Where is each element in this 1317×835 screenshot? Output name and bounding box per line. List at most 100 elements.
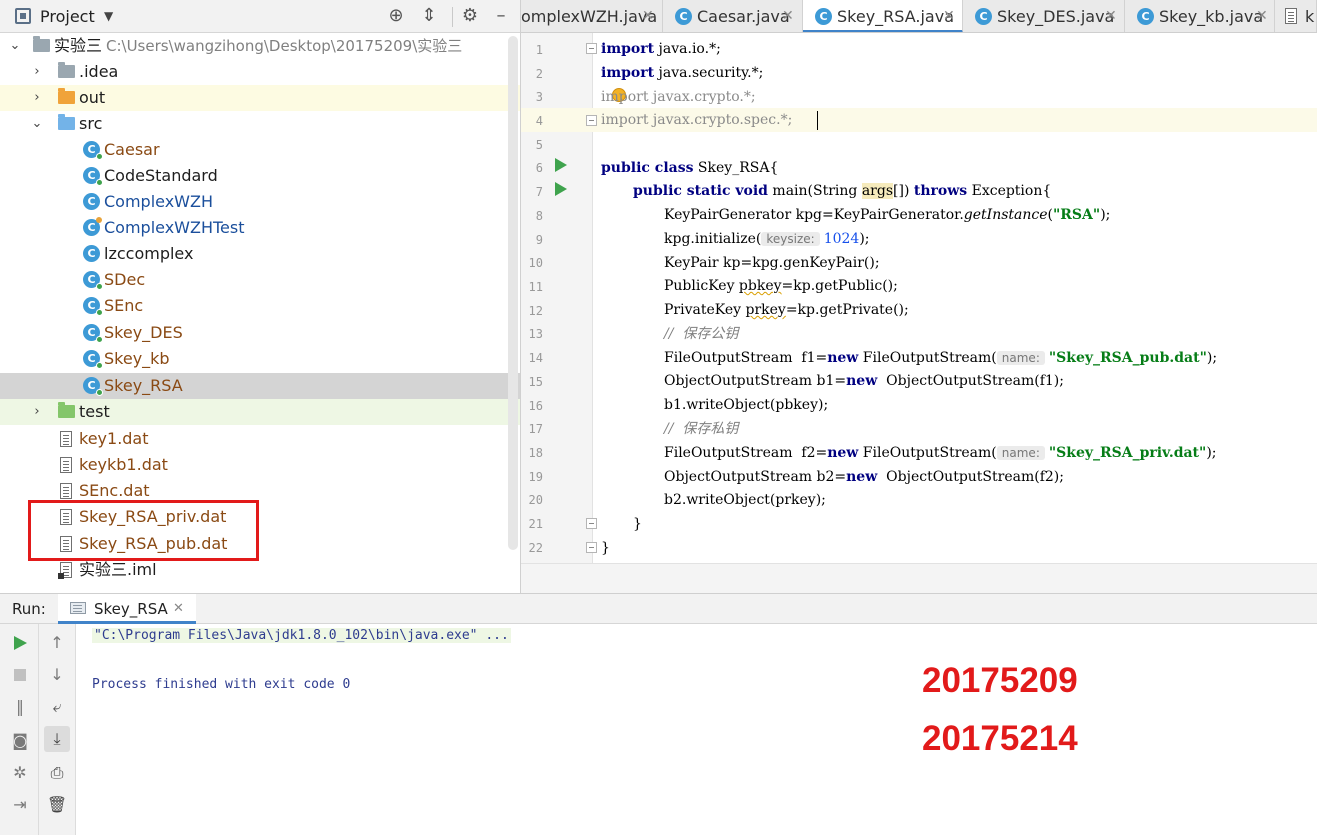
- tree-item-class[interactable]: C SEnc: [0, 293, 520, 319]
- tree-item-src[interactable]: ⌄ src: [0, 111, 520, 137]
- line-number: 14: [528, 351, 543, 365]
- console-command-line[interactable]: "C:\Program Files\Java\jdk1.8.0_102\bin\…: [92, 628, 511, 643]
- tree-item-iml[interactable]: 实验三.iml: [0, 557, 520, 583]
- line-number: 18: [528, 446, 543, 460]
- close-icon[interactable]: ✕: [173, 601, 184, 616]
- close-icon[interactable]: ✕: [1256, 0, 1268, 32]
- tree-item-class[interactable]: C CodeStandard: [0, 163, 520, 189]
- project-panel-title[interactable]: Project: [40, 7, 95, 26]
- chevron-down-icon[interactable]: ▼: [104, 9, 113, 23]
- close-icon[interactable]: ✕: [943, 0, 955, 32]
- project-scrollbar[interactable]: [508, 36, 518, 550]
- fold-icon[interactable]: [586, 542, 597, 553]
- tab-label: Skey_RSA.java: [837, 7, 955, 26]
- tree-item-test[interactable]: › test: [0, 399, 520, 425]
- code-line: ObjectOutputStream b1=new ObjectOutputSt…: [664, 373, 1064, 389]
- fold-icon[interactable]: [586, 518, 597, 529]
- close-icon[interactable]: ✕: [642, 0, 654, 32]
- chevron-right-icon[interactable]: ›: [30, 399, 44, 425]
- folder-icon: [58, 62, 75, 78]
- code-line: }: [633, 516, 642, 532]
- print-icon[interactable]: ⎙: [44, 760, 70, 786]
- tree-item-file[interactable]: key1.dat: [0, 426, 520, 452]
- chevron-down-icon[interactable]: ⌄: [8, 33, 22, 59]
- java-class-icon: C: [83, 217, 102, 236]
- tree-item-label: ComplexWZHTest: [104, 218, 245, 237]
- java-class-icon: C: [815, 8, 832, 25]
- tree-item-label: out: [79, 88, 106, 107]
- run-class-icon[interactable]: [555, 158, 567, 172]
- pause-icon[interactable]: ‖: [7, 694, 33, 720]
- line-number: 20: [528, 493, 543, 507]
- text-file-icon: [60, 536, 72, 552]
- tab-skey-kb[interactable]: C Skey_kb.java ✕: [1125, 0, 1275, 32]
- chevron-right-icon[interactable]: ›: [30, 59, 44, 85]
- tab-caesar[interactable]: C Caesar.java ✕: [663, 0, 803, 32]
- tree-item-class[interactable]: C ComplexWZH: [0, 189, 520, 215]
- line-number: 15: [528, 375, 543, 389]
- tree-item-label: 实验三.iml: [79, 560, 157, 579]
- tree-item-file[interactable]: Skey_RSA_priv.dat: [0, 504, 520, 530]
- soft-wrap-icon[interactable]: ⤶: [44, 694, 70, 720]
- gear-icon[interactable]: ⚙: [459, 5, 481, 27]
- tab-skey-rsa[interactable]: C Skey_RSA.java ✕: [803, 0, 963, 32]
- code-line: FileOutputStream f1=new FileOutputStream…: [664, 350, 1218, 366]
- code-line: b1.writeObject(pbkey);: [664, 397, 829, 413]
- tree-item-class[interactable]: C SDec: [0, 267, 520, 293]
- collapse-icon[interactable]: ⇕: [418, 5, 440, 27]
- run-main-icon[interactable]: [555, 182, 567, 196]
- scroll-to-end-icon[interactable]: ⤓: [44, 726, 70, 752]
- tree-item-class[interactable]: C Skey_kb: [0, 346, 520, 372]
- chevron-down-icon[interactable]: ⌄: [30, 111, 44, 137]
- trash-icon[interactable]: 🗑: [44, 792, 70, 818]
- run-console[interactable]: "C:\Program Files\Java\jdk1.8.0_102\bin\…: [76, 624, 1317, 835]
- tree-item-class[interactable]: C lzccomplex: [0, 241, 520, 267]
- tree-item-class[interactable]: C Skey_DES: [0, 320, 520, 346]
- java-class-icon: C: [83, 350, 103, 369]
- parameter-hint: keysize:: [761, 232, 820, 246]
- tab-complexwzh[interactable]: omplexWZH.java ✕: [521, 0, 663, 32]
- camera-icon[interactable]: ◙: [7, 728, 33, 754]
- play-icon[interactable]: [7, 630, 33, 656]
- tree-item-out[interactable]: › out: [0, 85, 520, 111]
- line-number: 11: [528, 280, 543, 294]
- tab-k[interactable]: k: [1275, 0, 1317, 32]
- test-folder-icon: [58, 402, 75, 418]
- target-icon[interactable]: ⊕: [385, 5, 407, 27]
- tab-label: k: [1305, 7, 1315, 26]
- fold-icon[interactable]: [586, 115, 597, 126]
- code-editor[interactable]: 1 2 3 4 5 6 7 8 9 10 11 12 13 14 15 16 1…: [521, 33, 1317, 593]
- tree-item-file[interactable]: keykb1.dat: [0, 452, 520, 478]
- tree-item-label: Caesar: [104, 140, 160, 159]
- java-class-icon: C: [675, 8, 692, 25]
- tab-skey-des[interactable]: C Skey_DES.java ✕: [963, 0, 1125, 32]
- tree-item-project-root[interactable]: ⌄ 实验三 C:\Users\wangzihong\Desktop\201752…: [0, 33, 520, 59]
- tree-item-label: CodeStandard: [104, 166, 218, 185]
- tree-item-class[interactable]: C Caesar: [0, 137, 520, 163]
- close-icon[interactable]: ✕: [782, 0, 794, 32]
- chevron-right-icon[interactable]: ›: [30, 85, 44, 111]
- tab-label: omplexWZH.java: [521, 7, 658, 26]
- project-view-icon: [15, 8, 31, 24]
- run-tab-skey-rsa[interactable]: Skey_RSA ✕: [58, 594, 196, 624]
- line-number: 16: [528, 399, 543, 413]
- run-toolbar-primary: ‖ ◙ ✲ ⇥: [0, 624, 39, 835]
- tree-item-idea[interactable]: › .idea: [0, 59, 520, 85]
- code-line: ObjectOutputStream b2=new ObjectOutputSt…: [664, 469, 1064, 485]
- tree-item-label: Skey_kb: [104, 349, 170, 368]
- fold-icon[interactable]: [586, 43, 597, 54]
- arrow-up-icon[interactable]: ↑: [44, 630, 70, 656]
- tree-item-label: Skey_RSA_pub.dat: [79, 534, 228, 553]
- tree-item-label: SEnc: [104, 296, 144, 315]
- tree-item-class-selected[interactable]: C Skey_RSA: [0, 373, 520, 399]
- tree-item-file[interactable]: Skey_RSA_pub.dat: [0, 531, 520, 557]
- close-icon[interactable]: ✕: [1105, 0, 1117, 32]
- tree-item-class[interactable]: C ComplexWZHTest: [0, 215, 520, 241]
- login-icon[interactable]: ⇥: [7, 792, 33, 818]
- stop-icon[interactable]: [7, 662, 33, 688]
- hide-panel-icon[interactable]: –: [490, 5, 512, 27]
- code-line: PrivateKey prkey=kp.getPrivate();: [664, 302, 909, 318]
- arrow-down-icon[interactable]: ↓: [44, 662, 70, 688]
- settings-icon[interactable]: ✲: [7, 760, 33, 786]
- tree-item-file[interactable]: SEnc.dat: [0, 478, 520, 504]
